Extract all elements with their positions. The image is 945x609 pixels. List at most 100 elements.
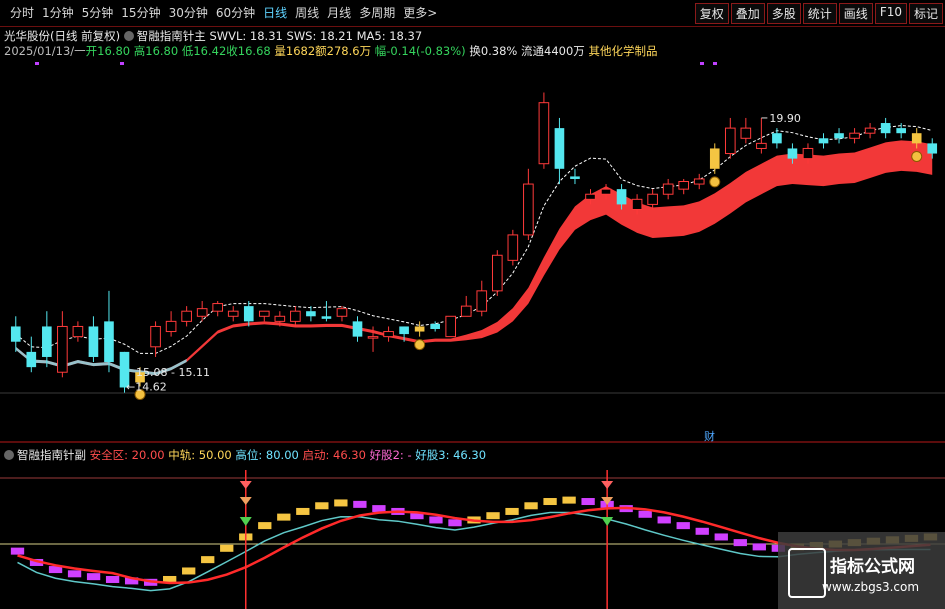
osc-block bbox=[581, 498, 595, 506]
candle-body bbox=[678, 181, 690, 190]
candle-body bbox=[445, 315, 457, 338]
candle-body bbox=[911, 133, 922, 144]
marker-dot bbox=[35, 62, 39, 65]
osc-block bbox=[714, 533, 728, 541]
candle-body bbox=[880, 123, 891, 134]
candle-body bbox=[336, 308, 348, 317]
candle-body bbox=[523, 183, 534, 236]
osc-block bbox=[258, 522, 272, 530]
candle-body bbox=[647, 193, 658, 205]
candlestick-chart[interactable]: 19.90 ←14.6215.08 - 15.11 财 bbox=[0, 0, 945, 609]
cai-label: 财 bbox=[704, 429, 715, 443]
candle-body bbox=[772, 133, 782, 144]
candle-body bbox=[367, 336, 379, 339]
candle-body bbox=[352, 321, 363, 337]
candle-body bbox=[42, 326, 52, 357]
osc-block bbox=[752, 543, 766, 551]
money-bag-icon bbox=[709, 176, 721, 188]
candle-body bbox=[491, 254, 503, 292]
osc-block bbox=[638, 510, 652, 518]
candle-body bbox=[10, 326, 21, 342]
candle-body bbox=[57, 325, 68, 373]
osc-block bbox=[676, 522, 690, 530]
candle-body bbox=[383, 331, 394, 338]
candle-body bbox=[399, 326, 409, 335]
candle-body bbox=[864, 127, 876, 134]
candle-body bbox=[756, 142, 767, 149]
candle-body bbox=[274, 315, 286, 322]
good2-level: 好股2: - bbox=[369, 448, 412, 462]
osc-block bbox=[277, 513, 291, 521]
candle-body bbox=[196, 308, 208, 317]
osc-block bbox=[182, 567, 196, 575]
candle-body bbox=[709, 148, 720, 169]
osc-block bbox=[315, 502, 329, 510]
osc-block bbox=[10, 547, 25, 555]
candle-body bbox=[802, 147, 814, 160]
candles bbox=[10, 92, 938, 400]
candle-body bbox=[818, 138, 829, 144]
marker-dot bbox=[713, 62, 717, 65]
osc-block bbox=[334, 499, 348, 507]
lower-indicator-name[interactable]: 智融指南针副 bbox=[17, 448, 86, 462]
osc-block bbox=[524, 502, 538, 510]
candle-body bbox=[104, 321, 114, 363]
high-level: 高位: 80.00 bbox=[235, 448, 299, 462]
candle-body bbox=[290, 310, 301, 322]
candle-body bbox=[585, 193, 596, 200]
range-label: 15.08 - 15.11 bbox=[136, 366, 210, 379]
signal-diamond-icon bbox=[239, 517, 252, 526]
candle-body bbox=[740, 127, 752, 139]
osc-block bbox=[562, 496, 576, 504]
lower-panel-header: 智融指南针副 安全区: 20.00 中轨: 50.00 高位: 80.00 启动… bbox=[4, 447, 486, 463]
candle-body bbox=[927, 143, 938, 154]
candle-body bbox=[88, 326, 99, 357]
candle-body bbox=[631, 198, 643, 210]
candle-body bbox=[896, 128, 906, 134]
candle-body bbox=[476, 290, 488, 312]
settings-icon[interactable] bbox=[4, 450, 14, 460]
good3-level: 好股3: 46.30 bbox=[415, 448, 487, 462]
osc-block bbox=[429, 516, 443, 524]
osc-block bbox=[448, 519, 462, 527]
candle-body bbox=[834, 133, 844, 139]
start-level: 启动: 46.30 bbox=[302, 448, 366, 462]
candle-body bbox=[165, 320, 177, 333]
candle-body bbox=[430, 323, 440, 329]
money-bag-icon bbox=[911, 150, 923, 162]
osc-block bbox=[657, 516, 671, 524]
osc-block bbox=[733, 539, 747, 547]
candle-body bbox=[570, 176, 580, 179]
logo-icon bbox=[788, 548, 826, 598]
candle-body bbox=[258, 310, 270, 317]
safe-level: 安全区: 20.00 bbox=[89, 448, 165, 462]
annotations: 19.90 ←14.6215.08 - 15.11 财 bbox=[35, 62, 801, 443]
candle-body bbox=[26, 351, 37, 368]
candle-body bbox=[306, 311, 316, 317]
osc-block bbox=[353, 500, 367, 508]
candle-body bbox=[460, 305, 472, 317]
marker-dot bbox=[120, 62, 124, 65]
osc-block bbox=[201, 556, 215, 564]
osc-block bbox=[67, 570, 82, 578]
candle-body bbox=[150, 325, 161, 348]
candle-body bbox=[243, 306, 254, 322]
osc-block bbox=[486, 512, 500, 520]
candle-body bbox=[321, 316, 332, 319]
money-bag-icon bbox=[414, 339, 426, 351]
candle-body bbox=[538, 102, 550, 165]
signal-diamond-icon bbox=[601, 481, 614, 489]
candle-body bbox=[724, 127, 736, 155]
candle-body bbox=[600, 188, 612, 195]
candle-body bbox=[414, 326, 425, 332]
candle-body bbox=[787, 148, 798, 159]
candle-body bbox=[693, 178, 705, 185]
candle-body bbox=[849, 132, 860, 139]
high-label: 19.90 bbox=[769, 112, 801, 125]
candle-body bbox=[616, 189, 627, 205]
low-label: ←14.62 bbox=[126, 380, 167, 393]
watermark-name: 指标公式网 bbox=[830, 557, 915, 577]
marker-dot bbox=[700, 62, 704, 65]
signal-diamond-icon bbox=[239, 497, 252, 505]
osc-block bbox=[220, 544, 234, 552]
